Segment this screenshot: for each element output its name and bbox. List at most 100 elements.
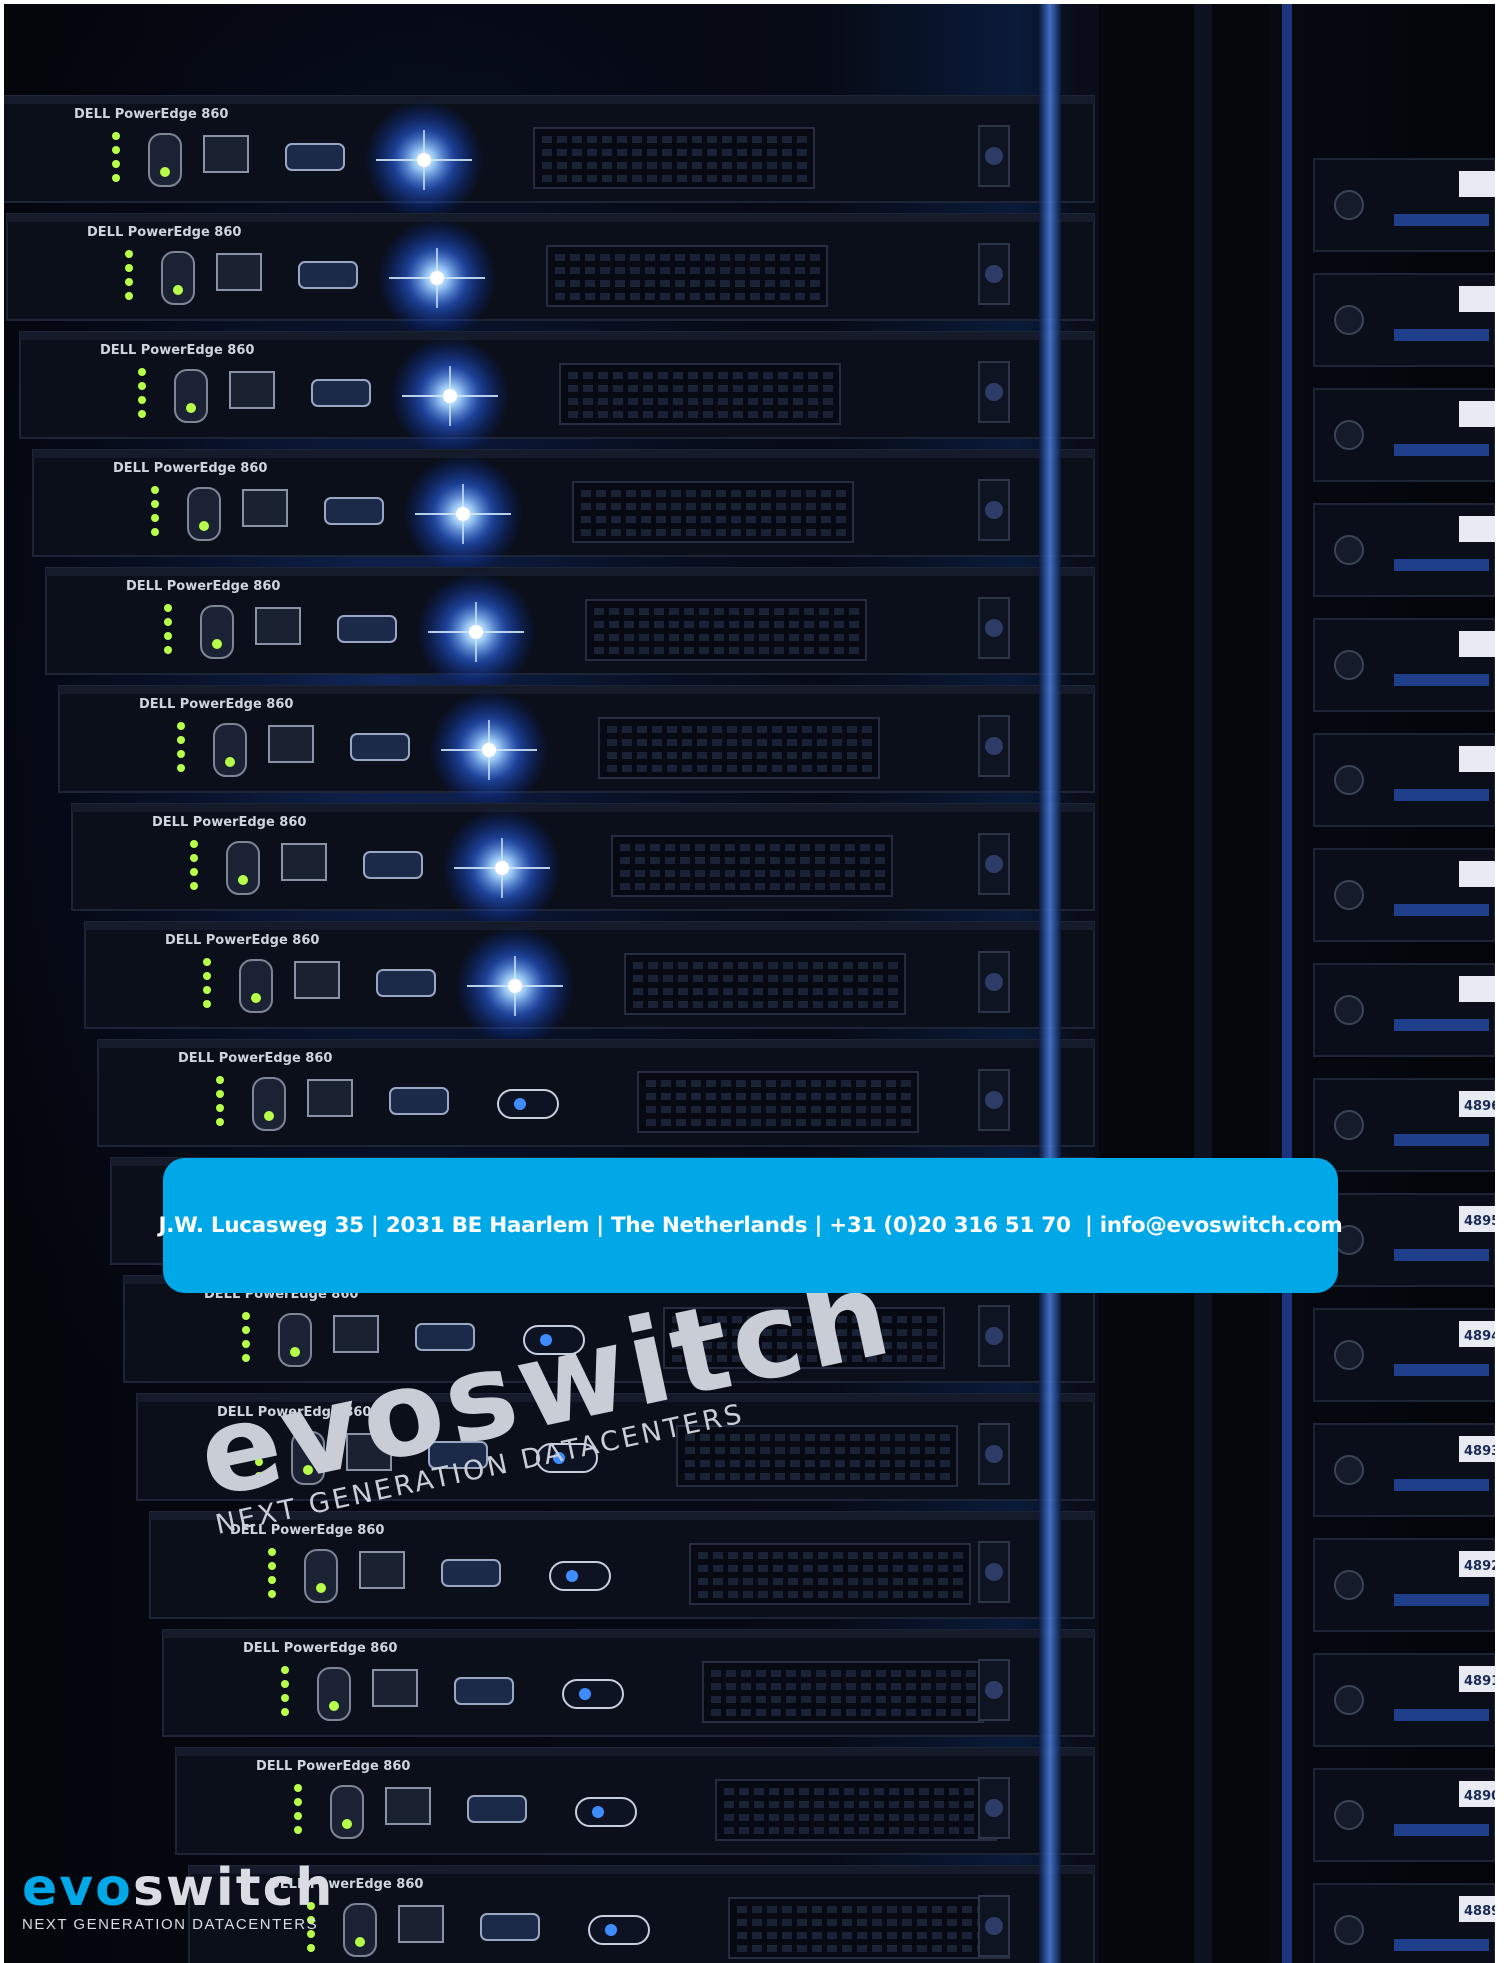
vent-hole — [684, 621, 694, 628]
vent-hole — [770, 870, 780, 877]
vent-hole — [729, 621, 739, 628]
vent-hole — [797, 149, 807, 156]
vent-hole — [678, 962, 688, 969]
vent-hole — [804, 634, 814, 641]
vent-hole — [708, 962, 718, 969]
vent-hole — [755, 883, 765, 890]
vent-hole — [902, 1919, 912, 1926]
vent-hole — [598, 372, 608, 379]
vent-hole — [633, 962, 643, 969]
vent-hole — [692, 136, 702, 143]
vent-hole — [947, 1919, 957, 1926]
vent-hole — [782, 162, 792, 169]
vent-hole — [645, 280, 655, 287]
vent-hole — [661, 1119, 671, 1126]
vent-hole — [726, 1709, 736, 1716]
vent-hole — [874, 1814, 884, 1821]
vent-hole — [805, 1447, 815, 1454]
vent-hole — [698, 1565, 708, 1572]
unit-number-tag — [1459, 516, 1495, 542]
vent-hole — [736, 1119, 746, 1126]
vent-hole — [875, 870, 885, 877]
server-top-edge — [98, 1040, 1094, 1048]
vent-hole — [768, 1001, 778, 1008]
vent-hole — [740, 857, 750, 864]
vent-hole — [645, 293, 655, 300]
vent-hole — [817, 739, 827, 746]
vent-hole — [753, 1001, 763, 1008]
vent-hole — [763, 411, 773, 418]
vent-hole — [797, 175, 807, 182]
vent-hole — [746, 516, 756, 523]
vent-hole — [887, 1906, 897, 1913]
vent-hole — [856, 1119, 866, 1126]
vent-hole — [710, 883, 720, 890]
vent-hole — [622, 726, 632, 733]
vent-hole — [600, 280, 610, 287]
id-button — [575, 1797, 637, 1827]
vent-hole — [602, 136, 612, 143]
vent-hole — [830, 857, 840, 864]
vent-hole — [815, 857, 825, 864]
intel-badge — [985, 147, 1003, 165]
vent-hole — [880, 1434, 890, 1441]
vent-hole — [690, 267, 700, 274]
vent-hole — [966, 1683, 976, 1690]
status-led — [151, 486, 159, 494]
vent-hole — [856, 1106, 866, 1113]
vent-hole — [858, 1001, 868, 1008]
vent-hole — [921, 1696, 931, 1703]
vent-hole — [661, 1080, 671, 1087]
right-server-led-strip — [1394, 1134, 1489, 1146]
vent-hole — [827, 1945, 837, 1952]
vent-hole — [633, 1001, 643, 1008]
vent-hole — [743, 1578, 753, 1585]
vent-hole — [893, 1578, 903, 1585]
vent-hole — [786, 1709, 796, 1716]
vent-hole — [695, 870, 705, 877]
vent-hole — [841, 1080, 851, 1087]
vent-hole — [871, 1119, 881, 1126]
vent-hole — [832, 752, 842, 759]
vent-hole — [637, 752, 647, 759]
status-led — [281, 1694, 289, 1702]
server-unit: DELL PowerEdge 860 — [71, 803, 1095, 928]
vent-hole — [733, 398, 743, 405]
vent-hole — [620, 844, 630, 851]
vent-hole — [742, 752, 752, 759]
vent-hole — [858, 962, 868, 969]
vent-hole — [620, 857, 630, 864]
vent-hole — [919, 1788, 929, 1795]
vent-hole — [652, 739, 662, 746]
vent-hole — [753, 962, 763, 969]
vent-hole — [660, 267, 670, 274]
vent-hole — [876, 1696, 886, 1703]
vent-hole — [695, 857, 705, 864]
vent-hole — [863, 1591, 873, 1598]
vent-hole — [886, 1119, 896, 1126]
vent-hole — [873, 962, 883, 969]
vent-hole — [904, 1788, 914, 1795]
vent-hole — [705, 267, 715, 274]
vga-port — [363, 851, 423, 879]
vent-hole — [600, 267, 610, 274]
vent-hole — [542, 136, 552, 143]
vent-hole — [842, 1945, 852, 1952]
status-led — [125, 278, 133, 286]
vent-hole — [902, 1906, 912, 1913]
vent-hole — [760, 1447, 770, 1454]
vent-hole — [570, 280, 580, 287]
vent-hole — [646, 1093, 656, 1100]
status-led — [242, 1354, 250, 1362]
vent-hole — [662, 149, 672, 156]
vent-hole — [872, 1919, 882, 1926]
vent-hole — [718, 398, 728, 405]
server-label: DELL PowerEdge 860 — [87, 225, 241, 240]
vent-hole — [873, 975, 883, 982]
vent-hole — [940, 1447, 950, 1454]
right-server-led-strip — [1394, 559, 1489, 571]
vent-hole — [849, 634, 859, 641]
vent-hole — [643, 411, 653, 418]
vent-hole — [753, 988, 763, 995]
usb-ports — [203, 135, 249, 173]
